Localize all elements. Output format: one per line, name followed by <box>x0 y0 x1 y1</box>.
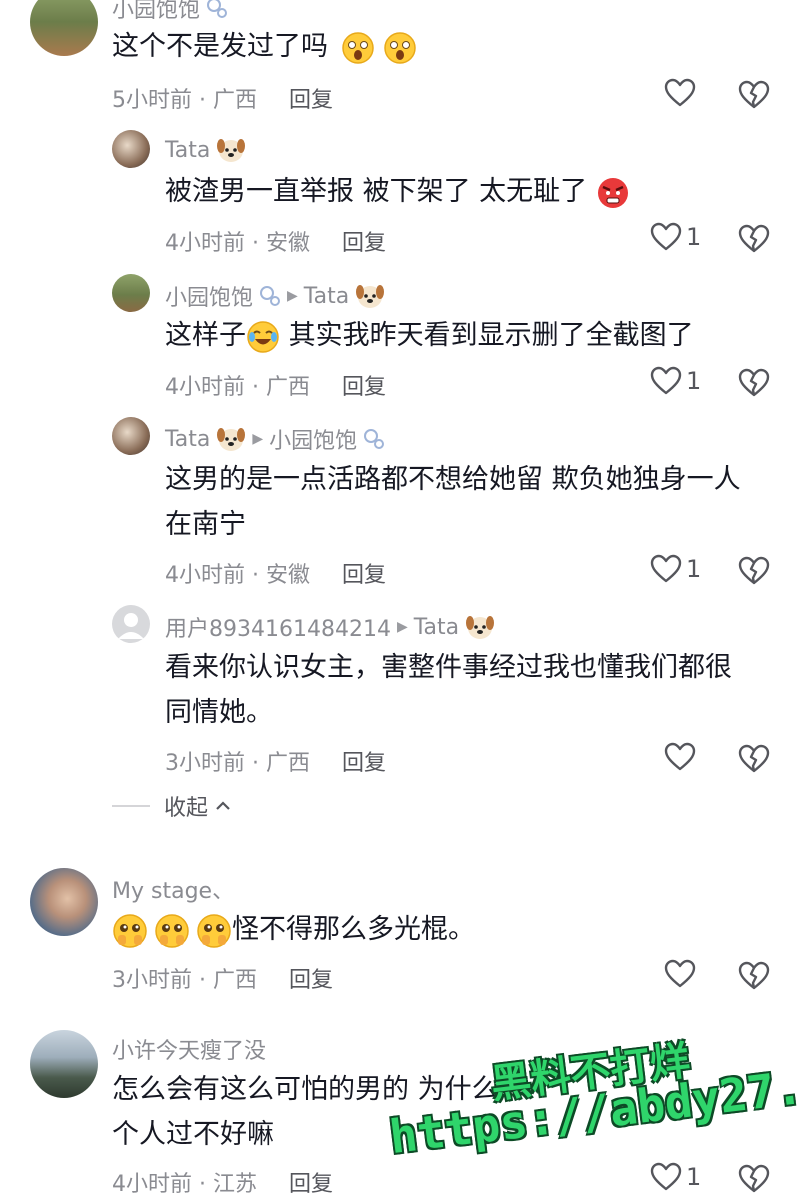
comment-author[interactable]: 用户8934161484214 ▶ Tata <box>165 611 495 643</box>
heart-icon <box>650 222 682 251</box>
comment-meta: 4小时前 · 江苏 回复 <box>112 1166 333 1198</box>
broken-heart-icon[interactable] <box>738 556 770 586</box>
reply-button[interactable]: 回复 <box>289 962 333 994</box>
comment-text-line2: 在南宁 <box>165 509 246 540</box>
dog-emoji-icon <box>217 139 246 162</box>
reply-button[interactable]: 回复 <box>342 745 386 777</box>
like-count: 1 <box>686 1163 702 1191</box>
broken-heart-icon[interactable] <box>738 744 770 774</box>
comment-meta: 3小时前 · 广西 回复 <box>165 745 386 777</box>
surprised-emoji-icon <box>341 31 374 64</box>
broken-heart-icon[interactable] <box>738 80 770 110</box>
reply-button[interactable]: 回复 <box>342 557 386 589</box>
avatar[interactable] <box>112 130 150 168</box>
heart-icon <box>664 78 696 107</box>
like-button[interactable]: 1 <box>650 554 701 584</box>
laugh-cry-emoji-icon <box>247 320 279 353</box>
avatar[interactable] <box>30 1030 98 1098</box>
comment-author[interactable]: 小许今天瘦了没 <box>112 1033 266 1065</box>
heart-icon <box>650 366 682 395</box>
comment-author[interactable]: 小园饱饱 <box>112 0 228 24</box>
bubble-icon <box>364 429 385 449</box>
heart-icon <box>650 554 682 583</box>
reply-button[interactable]: 回复 <box>342 369 386 401</box>
surprised-emoji-icon <box>384 31 416 64</box>
like-button[interactable] <box>664 959 696 989</box>
like-count: 1 <box>686 555 702 583</box>
like-button[interactable]: 1 <box>650 1162 701 1192</box>
pleading-emoji-icon <box>155 913 189 948</box>
pleading-emoji-icon <box>197 913 231 948</box>
avatar[interactable] <box>112 274 150 312</box>
reply-button[interactable]: 回复 <box>289 1166 333 1198</box>
comment-text-line2: 个人过不好嘛 <box>112 1119 274 1150</box>
comment-author[interactable]: Tata ▶ 小园饱饱 <box>165 423 385 455</box>
broken-heart-icon[interactable] <box>738 1164 770 1194</box>
reply-arrow-icon: ▶ <box>396 619 408 635</box>
time-location: 3小时前 · 广西 <box>112 968 257 993</box>
chevron-up-icon <box>216 801 230 810</box>
broken-heart-icon[interactable] <box>738 961 770 991</box>
comment-text-line1: 看来你认识女主，害整件事经过我也懂我们都很 <box>165 652 732 683</box>
reply-arrow-icon: ▶ <box>252 431 264 447</box>
comment-text: 这个不是发过了吗 <box>112 25 417 69</box>
comment-meta: 4小时前 · 安徽 回复 <box>165 225 386 257</box>
like-button[interactable] <box>664 742 696 772</box>
heart-icon <box>664 742 696 771</box>
angry-emoji-icon <box>597 177 628 208</box>
avatar[interactable] <box>30 0 98 56</box>
avatar[interactable] <box>112 605 150 643</box>
like-button[interactable]: 1 <box>650 222 701 252</box>
like-button[interactable]: 1 <box>650 366 701 396</box>
reply-button[interactable]: 回复 <box>289 82 333 114</box>
time-location: 4小时前 · 安徽 <box>165 563 310 588</box>
time-location: 3小时前 · 广西 <box>165 751 310 776</box>
default-avatar-icon <box>118 613 144 639</box>
reply-arrow-icon: ▶ <box>287 288 298 304</box>
time-location: 5小时前 · 广西 <box>112 88 257 113</box>
comment-text: 被渣男一直举报 被下架了 太无耻了 <box>165 170 630 214</box>
bubble-icon <box>260 286 281 306</box>
like-button[interactable] <box>664 78 696 108</box>
comment-text-line1: 这男的是一点活路都不想给她留 欺负她独身一人 <box>165 464 741 495</box>
comment-author[interactable]: Tata <box>165 136 246 164</box>
dog-emoji-icon <box>356 285 385 308</box>
like-count: 1 <box>686 367 702 395</box>
comment-text: 怪不得那么多光棍。 <box>112 908 475 952</box>
comment-meta: 3小时前 · 广西 回复 <box>112 962 333 994</box>
avatar[interactable] <box>30 868 98 936</box>
like-count: 1 <box>686 223 702 251</box>
bubble-icon <box>207 0 228 18</box>
dog-emoji-icon <box>466 616 495 639</box>
comment-meta: 4小时前 · 安徽 回复 <box>165 557 386 589</box>
comment-meta: 5小时前 · 广西 回复 <box>112 82 333 114</box>
reply-button[interactable]: 回复 <box>342 225 386 257</box>
time-location: 4小时前 · 广西 <box>165 375 310 400</box>
collapse-replies-button[interactable]: 收起 <box>112 790 232 822</box>
comment-text: 这样子 其实我昨天看到显示删了全截图了 <box>165 314 694 358</box>
avatar[interactable] <box>112 417 150 455</box>
comment-meta: 4小时前 · 广西 回复 <box>165 369 386 401</box>
heart-icon <box>664 959 696 988</box>
broken-heart-icon[interactable] <box>738 368 770 398</box>
comment-text-line2: 同情她。 <box>165 697 273 728</box>
divider <box>112 805 150 807</box>
broken-heart-icon[interactable] <box>738 224 770 254</box>
time-location: 4小时前 · 江苏 <box>112 1172 257 1197</box>
pleading-emoji-icon <box>113 913 147 948</box>
time-location: 4小时前 · 安徽 <box>165 231 310 256</box>
comment-author[interactable]: My stage、 <box>112 873 234 905</box>
dog-emoji-icon <box>217 428 246 451</box>
comment-author[interactable]: 小园饱饱 ▶ Tata <box>165 280 385 312</box>
heart-icon <box>650 1162 682 1191</box>
